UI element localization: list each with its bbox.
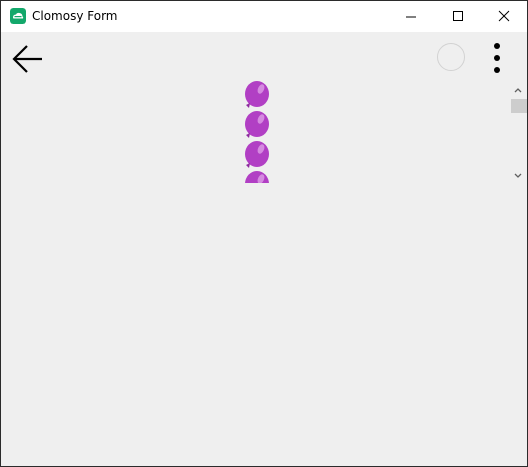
scrollbar-thumb[interactable] [511, 99, 527, 113]
close-icon [498, 10, 510, 22]
form-content [1, 32, 527, 466]
balloon-list [237, 79, 277, 183]
circle-outline-icon[interactable] [437, 43, 465, 71]
window-title: Clomosy Form [32, 9, 118, 23]
maximize-button[interactable] [433, 1, 479, 32]
clomosy-app-icon [10, 8, 26, 24]
maximize-icon [453, 11, 463, 21]
chevron-up-icon [514, 88, 522, 93]
balloon-icon [245, 141, 269, 168]
scroll-down-button[interactable] [509, 168, 527, 182]
balloon-icon [245, 111, 269, 138]
arrow-left-icon [12, 45, 42, 73]
more-options-button[interactable] [485, 40, 509, 76]
back-button[interactable] [9, 40, 47, 78]
close-button[interactable] [479, 1, 525, 32]
balloon-icon [245, 81, 269, 108]
minimize-icon [406, 16, 416, 18]
scroll-up-button[interactable] [509, 82, 527, 96]
title-bar[interactable]: Clomosy Form [1, 1, 527, 32]
minimize-button[interactable] [387, 1, 433, 32]
chevron-down-icon [514, 173, 522, 178]
app-window: Clomosy Form [0, 0, 528, 467]
balloon-icon [245, 171, 269, 183]
